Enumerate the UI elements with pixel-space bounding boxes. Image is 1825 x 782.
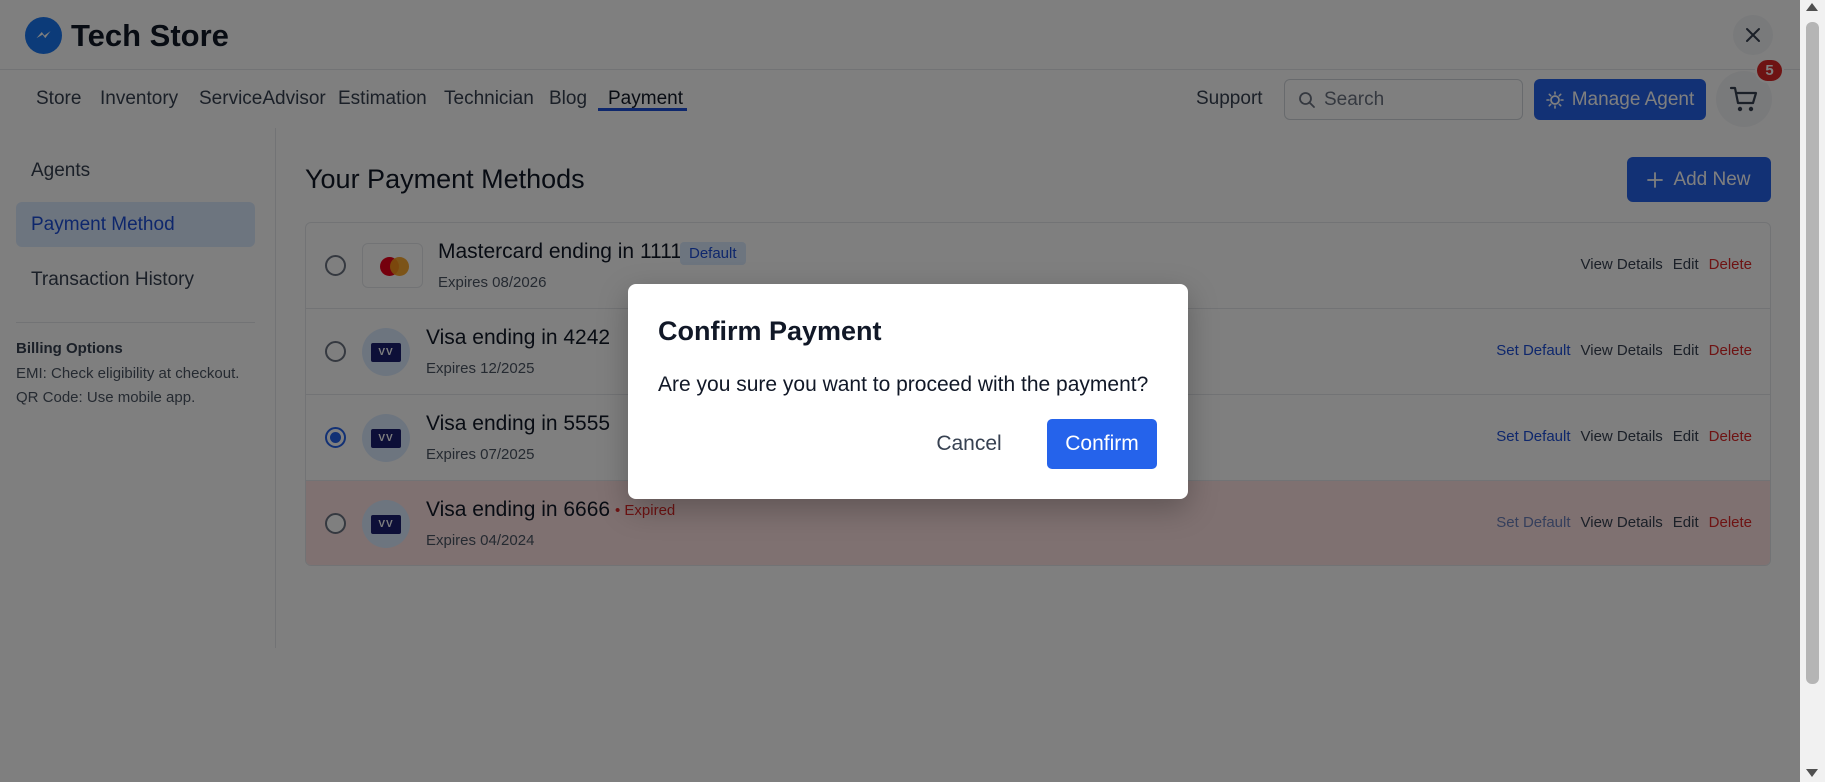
confirm-payment-dialog: Confirm Payment Are you sure you want to… xyxy=(628,284,1188,499)
dialog-title: Confirm Payment xyxy=(658,316,882,346)
scroll-up-icon[interactable] xyxy=(1806,3,1818,11)
cancel-button[interactable]: Cancel xyxy=(934,419,1004,469)
scroll-down-icon[interactable] xyxy=(1806,769,1818,777)
app-window: Tech Store Store Inventory ServiceAdviso… xyxy=(0,0,1825,782)
dialog-message: Are you sure you want to proceed with th… xyxy=(658,373,1149,396)
confirm-button[interactable]: Confirm xyxy=(1047,419,1157,469)
scrollbar[interactable] xyxy=(1800,0,1825,782)
scrollbar-thumb[interactable] xyxy=(1806,22,1819,684)
